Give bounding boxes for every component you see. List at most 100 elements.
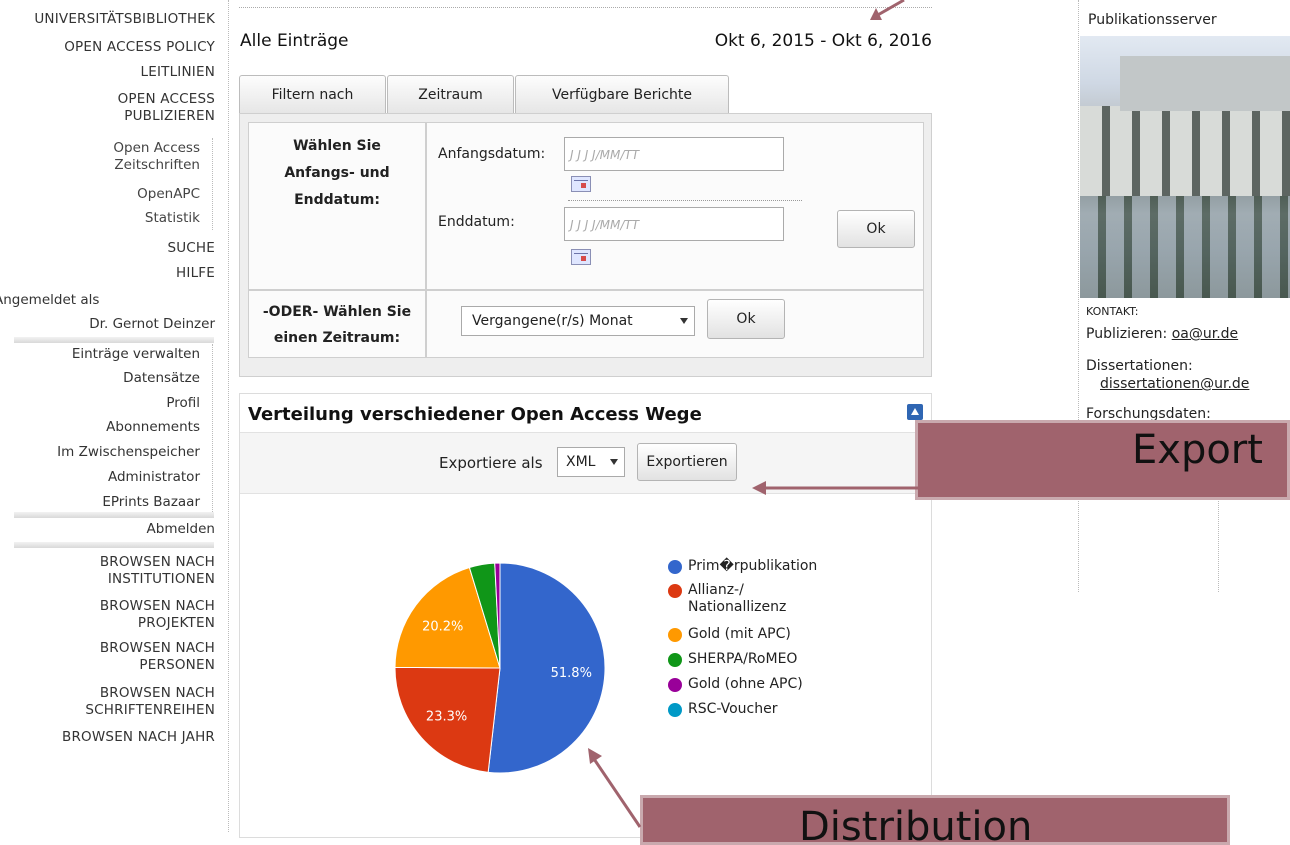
legend-swatch	[668, 584, 682, 598]
nav-sub-divider	[212, 138, 214, 230]
end-calendar-icon[interactable]	[571, 249, 591, 265]
nav-universitaetsbibliothek[interactable]: UNIVERSITÄTSBIBLIOTHEK	[34, 11, 215, 28]
user-name: Dr. Gernot Deinzer	[89, 316, 215, 332]
logout-link[interactable]: Abmelden	[147, 521, 215, 538]
nav-openapc[interactable]: OpenAPC	[137, 186, 200, 203]
slice-label: 23.3%	[426, 709, 467, 724]
date-arrow	[870, 0, 905, 20]
nav-open-access-zeitschriften[interactable]: Open Access	[113, 140, 200, 157]
distribution-arrow	[588, 748, 642, 828]
nav-open-access-publizieren[interactable]: OPEN ACCESS	[118, 91, 215, 108]
choose-dates-label-2: Anfangs- und	[284, 165, 390, 181]
end-date-label: Enddatum:	[438, 214, 515, 230]
legend-item[interactable]: RSC-Voucher	[668, 701, 778, 718]
diss-email-link[interactable]: dissertationen@ur.de	[1100, 376, 1249, 392]
legend-swatch	[668, 703, 682, 717]
user-menu-divider	[212, 344, 214, 514]
nav-suche[interactable]: SUCHE	[167, 240, 215, 257]
right-divider-2	[1218, 498, 1220, 592]
publizieren-contact: Publizieren: oa@ur.de	[1086, 326, 1238, 342]
diss-label: Dissertationen:	[1086, 358, 1193, 374]
nav-eprints-bazaar[interactable]: EPrints Bazaar	[102, 494, 200, 511]
legend-item[interactable]: Gold (mit APC)	[668, 626, 791, 643]
nav-datensaetze[interactable]: Datensätze	[123, 370, 200, 387]
period-ok-button[interactable]: Ok	[707, 299, 785, 339]
legend-swatch	[668, 678, 682, 692]
nav-browse-institutionen[interactable]: BROWSEN NACH	[100, 554, 215, 571]
nav-browse-jahr[interactable]: BROWSEN NACH JAHR	[62, 729, 215, 746]
export-label: Exportiere als	[439, 454, 543, 472]
legend-item[interactable]: Allianz-/Nationallizenz	[668, 582, 786, 616]
top-divider	[239, 7, 932, 8]
legend-item[interactable]: Prim�rpublikation	[668, 558, 817, 575]
legend-swatch	[668, 628, 682, 642]
export-format-value: XML	[566, 454, 596, 470]
nav-zwischenspeicher[interactable]: Im Zwischenspeicher	[57, 444, 200, 461]
nav-profil[interactable]: Profil	[166, 395, 200, 412]
nav-hilfe[interactable]: HILFE	[176, 265, 215, 282]
nav-divider	[14, 512, 214, 518]
export-button[interactable]: Exportieren	[637, 443, 737, 481]
sidebar-title: Publikationsserver	[1088, 12, 1217, 28]
distribution-annotation-text: Distribution	[799, 804, 1033, 845]
distribution-annotation: Distribution	[640, 795, 1230, 845]
date-divider	[568, 200, 802, 201]
nav-divider	[14, 337, 214, 343]
nav-browse-schriftenreihen-line2[interactable]: SCHRIFTENREIHEN	[85, 702, 215, 719]
choose-dates-label-1: Wählen Sie	[293, 138, 381, 154]
choose-dates-label-3: Enddatum:	[294, 192, 380, 208]
publizieren-label: Publizieren:	[1086, 326, 1168, 342]
nav-browse-projekten[interactable]: BROWSEN NACH	[100, 598, 215, 615]
building-roof	[1120, 56, 1290, 111]
start-date-input[interactable]: J J J J/MM/TT	[564, 137, 784, 171]
nav-open-access-zeitschriften-line2[interactable]: Zeitschriften	[114, 157, 200, 174]
tab-filtern-nach[interactable]: Filtern nach	[239, 75, 386, 113]
legend-item[interactable]: Gold (ohne APC)	[668, 676, 803, 693]
nav-open-access-publizieren-line2[interactable]: PUBLIZIEREN	[124, 108, 215, 125]
publizieren-email-link[interactable]: oa@ur.de	[1172, 326, 1238, 342]
nav-browse-schriftenreihen[interactable]: BROWSEN NACH	[100, 685, 215, 702]
legend-label: Gold (ohne APC)	[688, 676, 803, 692]
end-date-input[interactable]: J J J J/MM/TT	[564, 207, 784, 241]
building-photo	[1080, 36, 1290, 298]
chevron-down-icon	[610, 459, 618, 465]
slice-label: 20.2%	[422, 619, 463, 634]
nav-browse-personen-line2[interactable]: PERSONEN	[139, 657, 215, 674]
legend-swatch	[668, 560, 682, 574]
nav-browse-personen[interactable]: BROWSEN NACH	[100, 640, 215, 657]
or-period-label-2: einen Zeitraum:	[273, 330, 401, 346]
nav-browse-institutionen-line2[interactable]: INSTITUTIONEN	[108, 571, 215, 588]
period-select-value: Vergangene(r/s) Monat	[472, 313, 633, 329]
chevron-down-icon	[680, 318, 688, 324]
nav-eintraege-verwalten[interactable]: Einträge verwalten	[72, 346, 200, 363]
building-facade	[1080, 106, 1290, 196]
export-arrow	[752, 481, 918, 495]
collapse-icon[interactable]	[907, 404, 923, 420]
nav-abonnements[interactable]: Abonnements	[106, 419, 200, 436]
page-title: Alle Einträge	[240, 31, 349, 51]
date-ok-button[interactable]: Ok	[837, 210, 915, 248]
legend-label: Allianz-/Nationallizenz	[688, 582, 787, 615]
export-annotation-text: Export	[1132, 427, 1263, 473]
legend-item[interactable]: SHERPA/RoMEO	[668, 651, 797, 668]
nav-statistik[interactable]: Statistik	[145, 210, 200, 227]
start-calendar-icon[interactable]	[571, 176, 591, 192]
nav-browse-projekten-line2[interactable]: PROJEKTEN	[138, 615, 215, 632]
tab-verfuegbare-berichte[interactable]: Verfügbare Berichte	[515, 75, 729, 113]
building-reflection	[1080, 196, 1290, 298]
period-select[interactable]: Vergangene(r/s) Monat	[461, 306, 695, 336]
logged-in-label: Angemeldet als	[0, 292, 100, 308]
legend-label: Gold (mit APC)	[688, 626, 791, 642]
left-navigation: UNIVERSITÄTSBIBLIOTHEK OPEN ACCESS POLIC…	[0, 0, 229, 832]
slice-label: 51.8%	[551, 666, 592, 681]
panel-title: Verteilung verschiedener Open Access Weg…	[248, 404, 702, 425]
export-format-select[interactable]: XML	[557, 447, 625, 477]
nav-open-access-policy[interactable]: OPEN ACCESS POLICY	[64, 39, 215, 56]
or-period-label-1: -ODER- Wählen Sie	[262, 304, 412, 320]
tab-zeitraum[interactable]: Zeitraum	[387, 75, 514, 113]
nav-leitlinien[interactable]: LEITLINIEN	[141, 64, 216, 81]
legend-label: RSC-Voucher	[688, 701, 778, 717]
right-sidebar: Publikationsserver KONTAKT: Publizieren:…	[1076, 0, 1290, 832]
nav-administrator[interactable]: Administrator	[108, 469, 200, 486]
filter-panel: Wählen Sie Anfangs- und Enddatum: Anfang…	[239, 113, 932, 377]
